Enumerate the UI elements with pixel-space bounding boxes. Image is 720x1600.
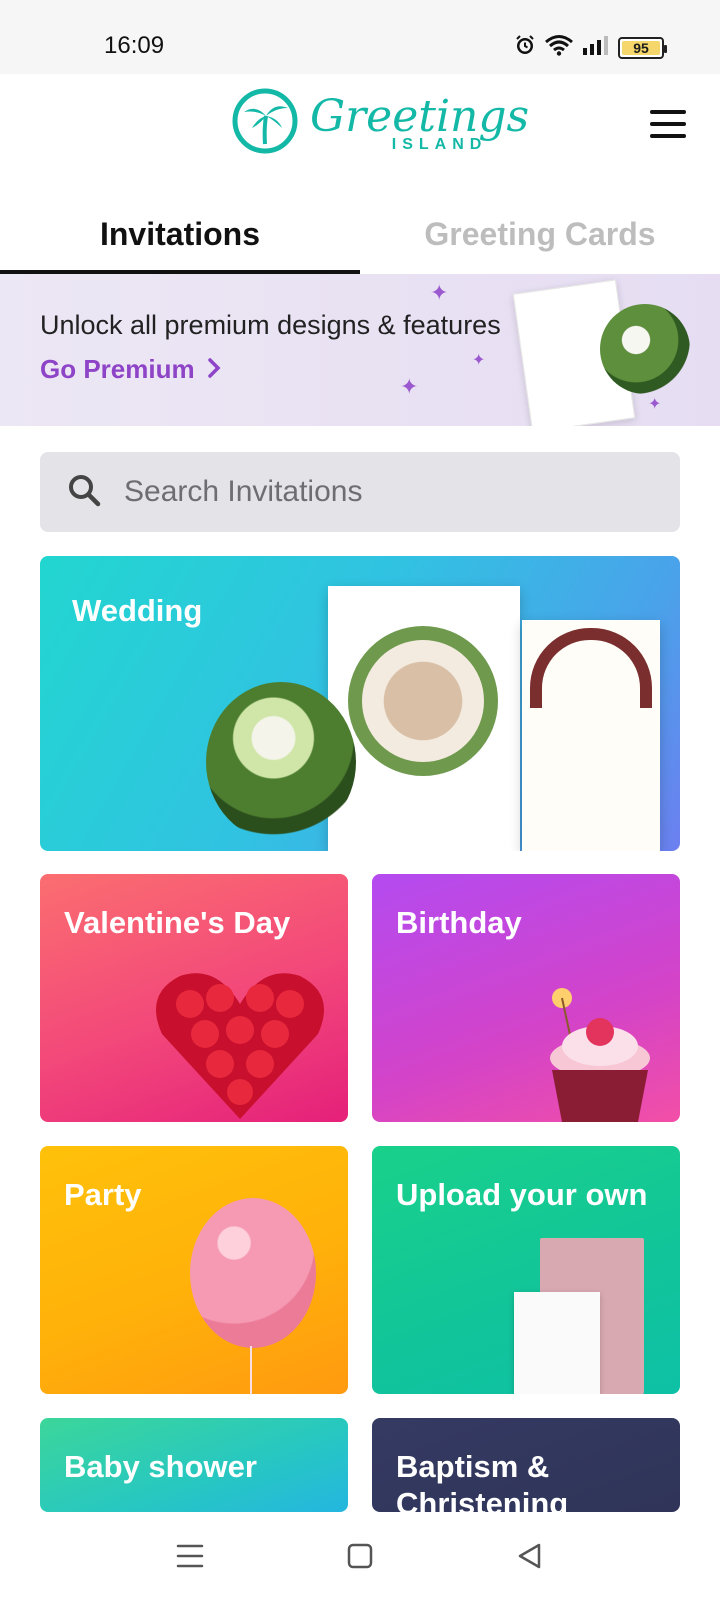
back-icon[interactable] bbox=[510, 1536, 550, 1576]
wedding-invitation-image bbox=[328, 586, 520, 851]
category-title: Baptism & Christening bbox=[396, 1449, 569, 1512]
category-card-birthday[interactable]: Birthday bbox=[372, 874, 680, 1122]
tab-bar: Invitations Greeting Cards bbox=[0, 194, 720, 274]
sparkle-icon: ✦ bbox=[400, 374, 419, 399]
category-card-wedding[interactable]: Wedding bbox=[40, 556, 680, 851]
sparkle-icon: ✦ bbox=[472, 352, 486, 369]
premium-bouquet-image bbox=[600, 304, 690, 394]
rose-heart-image bbox=[150, 964, 330, 1122]
hamburger-menu-icon[interactable] bbox=[650, 110, 686, 138]
alarm-icon bbox=[514, 34, 536, 61]
search-input[interactable] bbox=[124, 475, 644, 509]
status-bar: 16:09 95 bbox=[0, 0, 720, 74]
status-icons: 95 bbox=[514, 34, 667, 61]
app-header: Greetings ISLAND bbox=[0, 74, 720, 194]
system-nav-bar bbox=[0, 1512, 720, 1600]
premium-banner[interactable]: Unlock all premium designs & features Go… bbox=[0, 274, 720, 426]
chevron-right-icon bbox=[207, 354, 221, 385]
category-title: Valentine's Day bbox=[64, 905, 291, 940]
category-card-baptism-christening[interactable]: Baptism & Christening bbox=[372, 1418, 680, 1512]
status-time: 16:09 bbox=[104, 32, 165, 59]
signal-icon bbox=[582, 34, 610, 61]
logo-sub-text: ISLAND bbox=[391, 135, 488, 153]
tab-greeting-cards[interactable]: Greeting Cards bbox=[360, 194, 720, 274]
go-premium-link[interactable]: Go Premium bbox=[40, 354, 221, 385]
logo-text: Greetings ISLAND bbox=[310, 90, 530, 153]
palm-tree-logo-icon bbox=[230, 86, 300, 161]
search-bar[interactable] bbox=[40, 452, 680, 532]
category-card-party[interactable]: Party bbox=[40, 1146, 348, 1394]
category-card-upload-your-own[interactable]: Upload your own bbox=[372, 1146, 680, 1394]
battery-indicator: 95 bbox=[618, 36, 667, 59]
balloon-string bbox=[250, 1346, 252, 1394]
balloon-image bbox=[190, 1198, 316, 1348]
bouquet-image bbox=[206, 682, 356, 842]
logo[interactable]: Greetings ISLAND bbox=[230, 86, 529, 161]
tab-invitations[interactable]: Invitations bbox=[0, 194, 360, 274]
blank-card-image bbox=[514, 1292, 600, 1394]
wedding-invitation-image bbox=[522, 620, 660, 851]
home-icon[interactable] bbox=[340, 1536, 380, 1576]
category-title: Birthday bbox=[396, 905, 522, 940]
recent-apps-icon[interactable] bbox=[170, 1536, 210, 1576]
search-icon bbox=[66, 472, 102, 513]
battery-level: 95 bbox=[633, 39, 649, 56]
logo-main-text: Greetings bbox=[310, 90, 530, 142]
category-title: Upload your own bbox=[396, 1177, 648, 1212]
category-title: Wedding bbox=[72, 593, 203, 628]
wifi-icon bbox=[544, 34, 574, 61]
category-card-baby-shower[interactable]: Baby shower bbox=[40, 1418, 348, 1512]
premium-banner-text: Unlock all premium designs & features bbox=[40, 310, 501, 340]
sparkle-icon: ✦ bbox=[430, 280, 449, 305]
cupcake-image bbox=[538, 984, 658, 1122]
category-card-valentines-day[interactable]: Valentine's Day bbox=[40, 874, 348, 1122]
sparkle-icon: ✦ bbox=[648, 396, 662, 413]
category-title: Baby shower bbox=[64, 1449, 257, 1484]
go-premium-label: Go Premium bbox=[40, 354, 195, 384]
